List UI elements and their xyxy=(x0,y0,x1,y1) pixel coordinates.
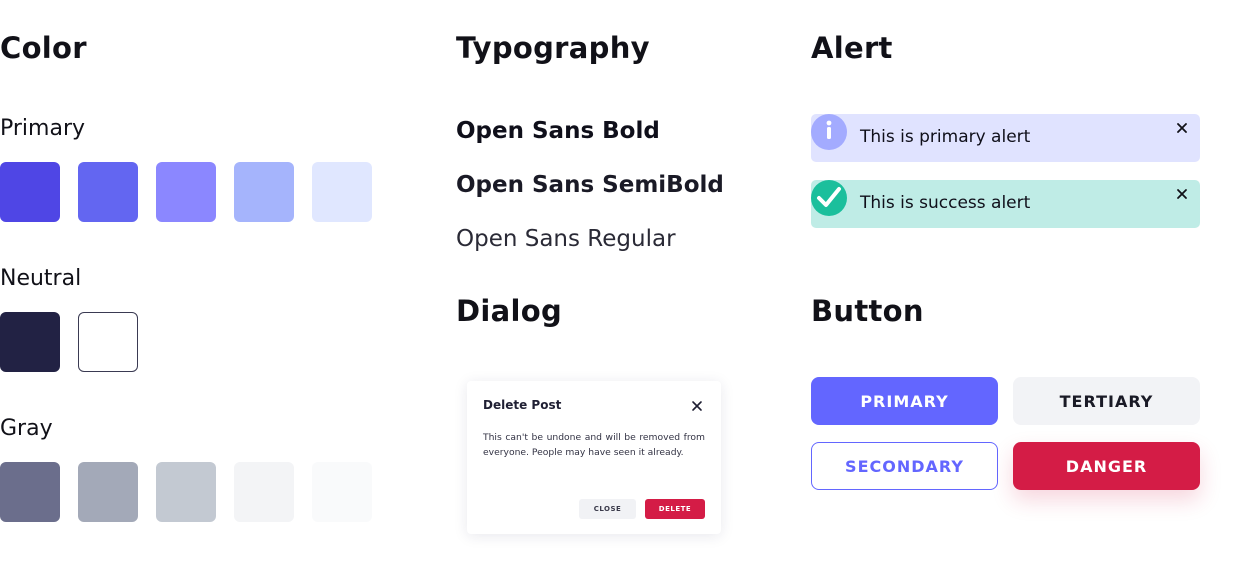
neutral-swatch-2 xyxy=(78,312,138,372)
color-heading: Color xyxy=(0,31,87,65)
neutral-swatch-1 xyxy=(0,312,60,372)
dialog-delete-button[interactable]: DELETE xyxy=(645,499,705,519)
primary-swatch-1 xyxy=(0,162,60,222)
dialog-close-icon[interactable] xyxy=(691,397,703,411)
gray-swatch-5 xyxy=(312,462,372,522)
primary-swatch-2 xyxy=(78,162,138,222)
success-alert: This is success alert xyxy=(811,180,1200,228)
primary-button[interactable]: PRIMARY xyxy=(811,377,998,425)
typography-sample-regular: Open Sans Regular xyxy=(456,226,676,252)
gray-swatch-1 xyxy=(0,462,60,522)
typography-sample-bold: Open Sans Bold xyxy=(456,118,660,144)
dialog-body: This can't be undone and will be removed… xyxy=(483,432,705,458)
danger-button[interactable]: DANGER xyxy=(1013,442,1200,490)
check-icon xyxy=(811,180,847,216)
primary-label: Primary xyxy=(0,116,86,141)
dialog-title: Delete Post xyxy=(483,398,562,412)
gray-swatch-2 xyxy=(78,462,138,522)
dialog-close-button[interactable]: CLOSE xyxy=(579,499,636,519)
primary-alert: This is primary alert xyxy=(811,114,1200,162)
dialog-heading: Dialog xyxy=(456,294,563,328)
gray-swatch-4 xyxy=(234,462,294,522)
success-alert-text: This is success alert xyxy=(860,193,1031,213)
primary-alert-text: This is primary alert xyxy=(860,127,1031,147)
neutral-label: Neutral xyxy=(0,266,82,291)
gray-swatch-3 xyxy=(156,462,216,522)
delete-post-dialog: Delete Post This can't be undone and wil… xyxy=(467,381,721,534)
secondary-button[interactable]: SECONDARY xyxy=(811,442,998,490)
primary-swatch-3 xyxy=(156,162,216,222)
typography-heading: Typography xyxy=(456,31,650,65)
primary-swatch-5 xyxy=(312,162,372,222)
tertiary-button[interactable]: TERTIARY xyxy=(1013,377,1200,425)
typography-sample-semibold: Open Sans SemiBold xyxy=(456,172,724,198)
success-alert-close-icon[interactable] xyxy=(1174,186,1190,202)
info-icon xyxy=(811,114,847,150)
button-heading: Button xyxy=(811,294,924,328)
alert-heading: Alert xyxy=(811,31,893,65)
primary-alert-close-icon[interactable] xyxy=(1174,120,1190,136)
primary-swatch-4 xyxy=(234,162,294,222)
gray-label: Gray xyxy=(0,416,53,441)
